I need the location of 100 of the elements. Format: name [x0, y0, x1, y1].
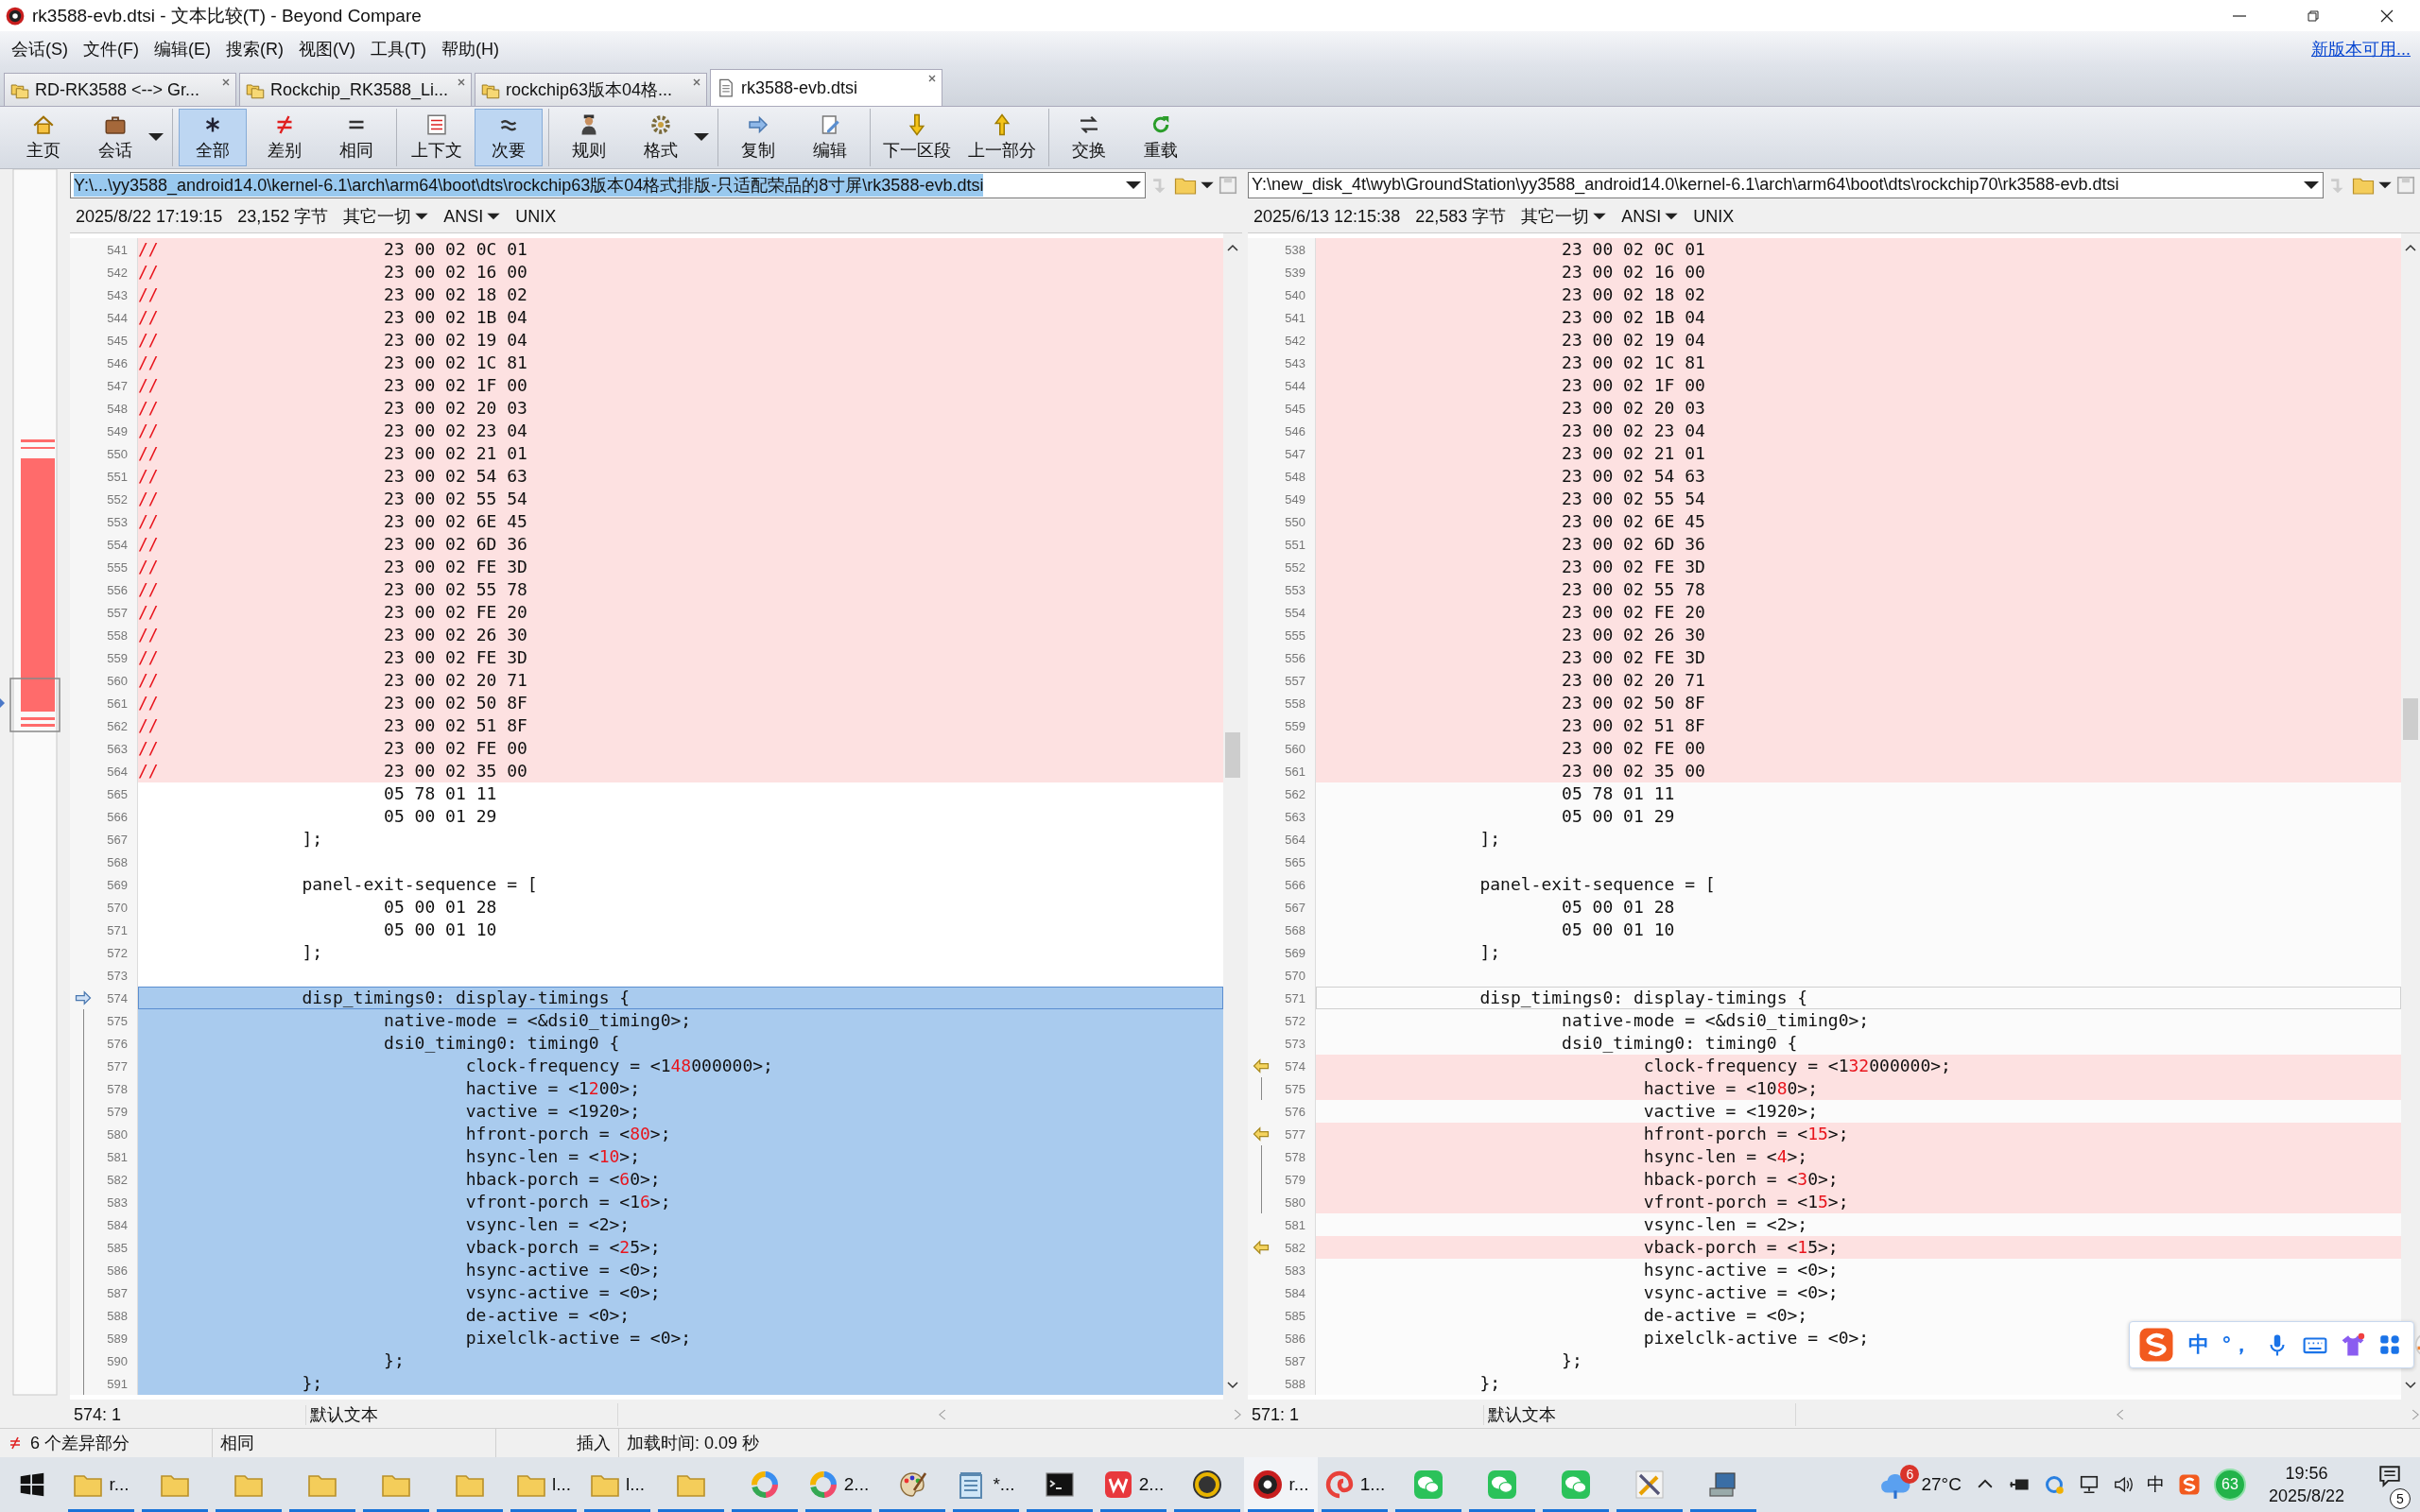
toolbar-button[interactable]: 次要: [475, 109, 543, 166]
toolbar-button[interactable]: 全部: [179, 109, 247, 166]
ring-icon: [807, 1469, 838, 1500]
line-number: 587: [106, 1285, 128, 1300]
taskbar-item[interactable]: 2...: [802, 1457, 875, 1512]
network-icon: [2078, 1474, 2100, 1495]
line-number: 552: [1284, 559, 1305, 575]
line-number: 575: [1284, 1081, 1305, 1096]
line-number: 566: [106, 809, 128, 824]
close-icon: [456, 77, 467, 88]
toolbar-button[interactable]: 相同: [322, 109, 390, 166]
line-number: 564: [106, 764, 128, 779]
line-number: 565: [1284, 854, 1305, 869]
caret-icon: [2304, 180, 2319, 190]
tab[interactable]: rockchip63版本04格...: [475, 73, 707, 106]
notification-button[interactable]: 5: [2367, 1460, 2412, 1509]
caret-icon: [1665, 213, 1679, 220]
menu-item[interactable]: 视图(V): [291, 33, 363, 64]
line-number: 579: [106, 1104, 128, 1119]
terminal-icon: [1045, 1469, 1075, 1500]
toolbar-button[interactable]: 会话: [81, 109, 166, 166]
clock[interactable]: 19:56 2025/8/22: [2258, 1462, 2354, 1507]
menu-item[interactable]: 帮助(H): [433, 33, 507, 64]
menu-item[interactable]: 编辑(E): [147, 33, 218, 64]
menu-item[interactable]: 搜索(R): [218, 33, 291, 64]
line-number: 556: [1284, 650, 1305, 665]
tools-icon: [1634, 1469, 1665, 1500]
palette-icon: [897, 1469, 927, 1500]
line-number: 549: [106, 423, 128, 438]
toolbar-button[interactable]: 规则: [555, 109, 623, 166]
taskbar-item[interactable]: 1...: [1318, 1457, 1392, 1512]
line-number: 541: [1284, 310, 1305, 325]
update-link[interactable]: 新版本可用...: [2311, 37, 2411, 60]
line-number: 567: [1284, 900, 1305, 915]
line-number: 558: [106, 627, 128, 643]
line-number: 557: [106, 605, 128, 620]
gear-icon: [649, 113, 672, 136]
line-number: 584: [1284, 1285, 1305, 1300]
file-date: 2025/6/13 12:15:38: [1253, 206, 1401, 227]
disc-icon: [1253, 1469, 1284, 1500]
filter-dropdown[interactable]: 其它一切: [343, 205, 429, 228]
notification-icon: [2377, 1464, 2402, 1488]
menu-item[interactable]: 文件(F): [76, 33, 147, 64]
line-number: 545: [1284, 401, 1305, 416]
line-number: 542: [106, 265, 128, 280]
toolbar-button[interactable]: 编辑: [796, 109, 864, 166]
toolbar-button[interactable]: 下一区段: [876, 109, 958, 166]
line-number: 561: [106, 696, 128, 711]
file-size: 23,152 字节: [237, 206, 329, 228]
cursor-position: 571: 1: [1248, 1404, 1484, 1425]
taskbar-item[interactable]: l...: [507, 1457, 580, 1512]
line-number: 583: [106, 1194, 128, 1210]
close-icon: [2379, 8, 2394, 24]
toolbar-button[interactable]: 上一部分: [961, 109, 1043, 166]
taskbar-item[interactable]: *...: [949, 1457, 1023, 1512]
filter-dropdown[interactable]: 其它一切: [1521, 205, 1607, 228]
tab[interactable]: Rockchip_RK3588_Li...: [239, 73, 472, 106]
line-number: 580: [106, 1126, 128, 1142]
toolbar-button[interactable]: 上下文: [403, 109, 471, 166]
encoding-dropdown[interactable]: ANSI: [443, 206, 501, 227]
taskbar-item[interactable]: r...: [1244, 1457, 1318, 1512]
taskbar-item[interactable]: 2...: [1097, 1457, 1170, 1512]
line-number: 587: [1284, 1353, 1305, 1368]
line-number: 560: [106, 673, 128, 688]
path-field[interactable]: Y:\...\yy3588_android14.0\kernel-6.1\arch\arm64\boot\dts\rockchip63版本04格式排版-只适配荣品的8寸屏\rk3588-evb.dtsi: [70, 171, 1146, 198]
taskbar-item[interactable]: r...: [64, 1457, 138, 1512]
line-number: 570: [106, 900, 128, 915]
line-number: 560: [1284, 741, 1305, 756]
menu-item[interactable]: 工具(T): [363, 33, 434, 64]
toolbar-button[interactable]: 复制: [724, 109, 792, 166]
taskbar-item[interactable]: l...: [580, 1457, 654, 1512]
tab[interactable]: rk3588-evb.dtsi: [710, 69, 942, 106]
toolbar-button[interactable]: 交换: [1055, 109, 1123, 166]
toolbar-button[interactable]: 格式: [627, 109, 712, 166]
toolbar-button[interactable]: 主页: [9, 109, 78, 166]
toolbar-button[interactable]: 重载: [1127, 109, 1195, 166]
diff-count: 6 个差异部分: [30, 1433, 130, 1454]
encoding-dropdown[interactable]: ANSI: [1621, 206, 1679, 227]
line-number: 541: [106, 242, 128, 257]
line-ending: UNIX: [515, 206, 557, 227]
line-number: 562: [1284, 786, 1305, 801]
line-number: 563: [1284, 809, 1305, 824]
line-number: 538: [1284, 242, 1305, 257]
toolbar-button[interactable]: 差别: [251, 109, 319, 166]
menu-item[interactable]: 会话(S): [4, 33, 76, 64]
line-number: 542: [1284, 333, 1305, 348]
not-equal-icon: [8, 1435, 23, 1451]
line-number: 572: [1284, 1013, 1305, 1028]
path-field[interactable]: Y:\new_disk_4t\wyb\GroundStation\yy3588_android14.0\kernel-6.1\arch\arm64\boot\dts\rockchip70\rk3588-evb.dtsi: [1248, 171, 2324, 198]
computer-icon: [1708, 1469, 1738, 1500]
load-time: 加载时间: 0.09 秒: [627, 1433, 760, 1454]
house-icon: [32, 113, 55, 136]
line-ending: UNIX: [1693, 206, 1735, 227]
tab[interactable]: RD-RK3588 <--> Gr...: [4, 73, 236, 106]
line-number: 547: [1284, 446, 1305, 461]
text-format: 默认文本: [306, 1403, 618, 1426]
caret-icon: [148, 132, 164, 142]
file-size: 22,583 字节: [1415, 206, 1507, 228]
notification-badge: 6: [1900, 1465, 1920, 1484]
input-method[interactable]: 中: [2146, 1472, 2165, 1497]
